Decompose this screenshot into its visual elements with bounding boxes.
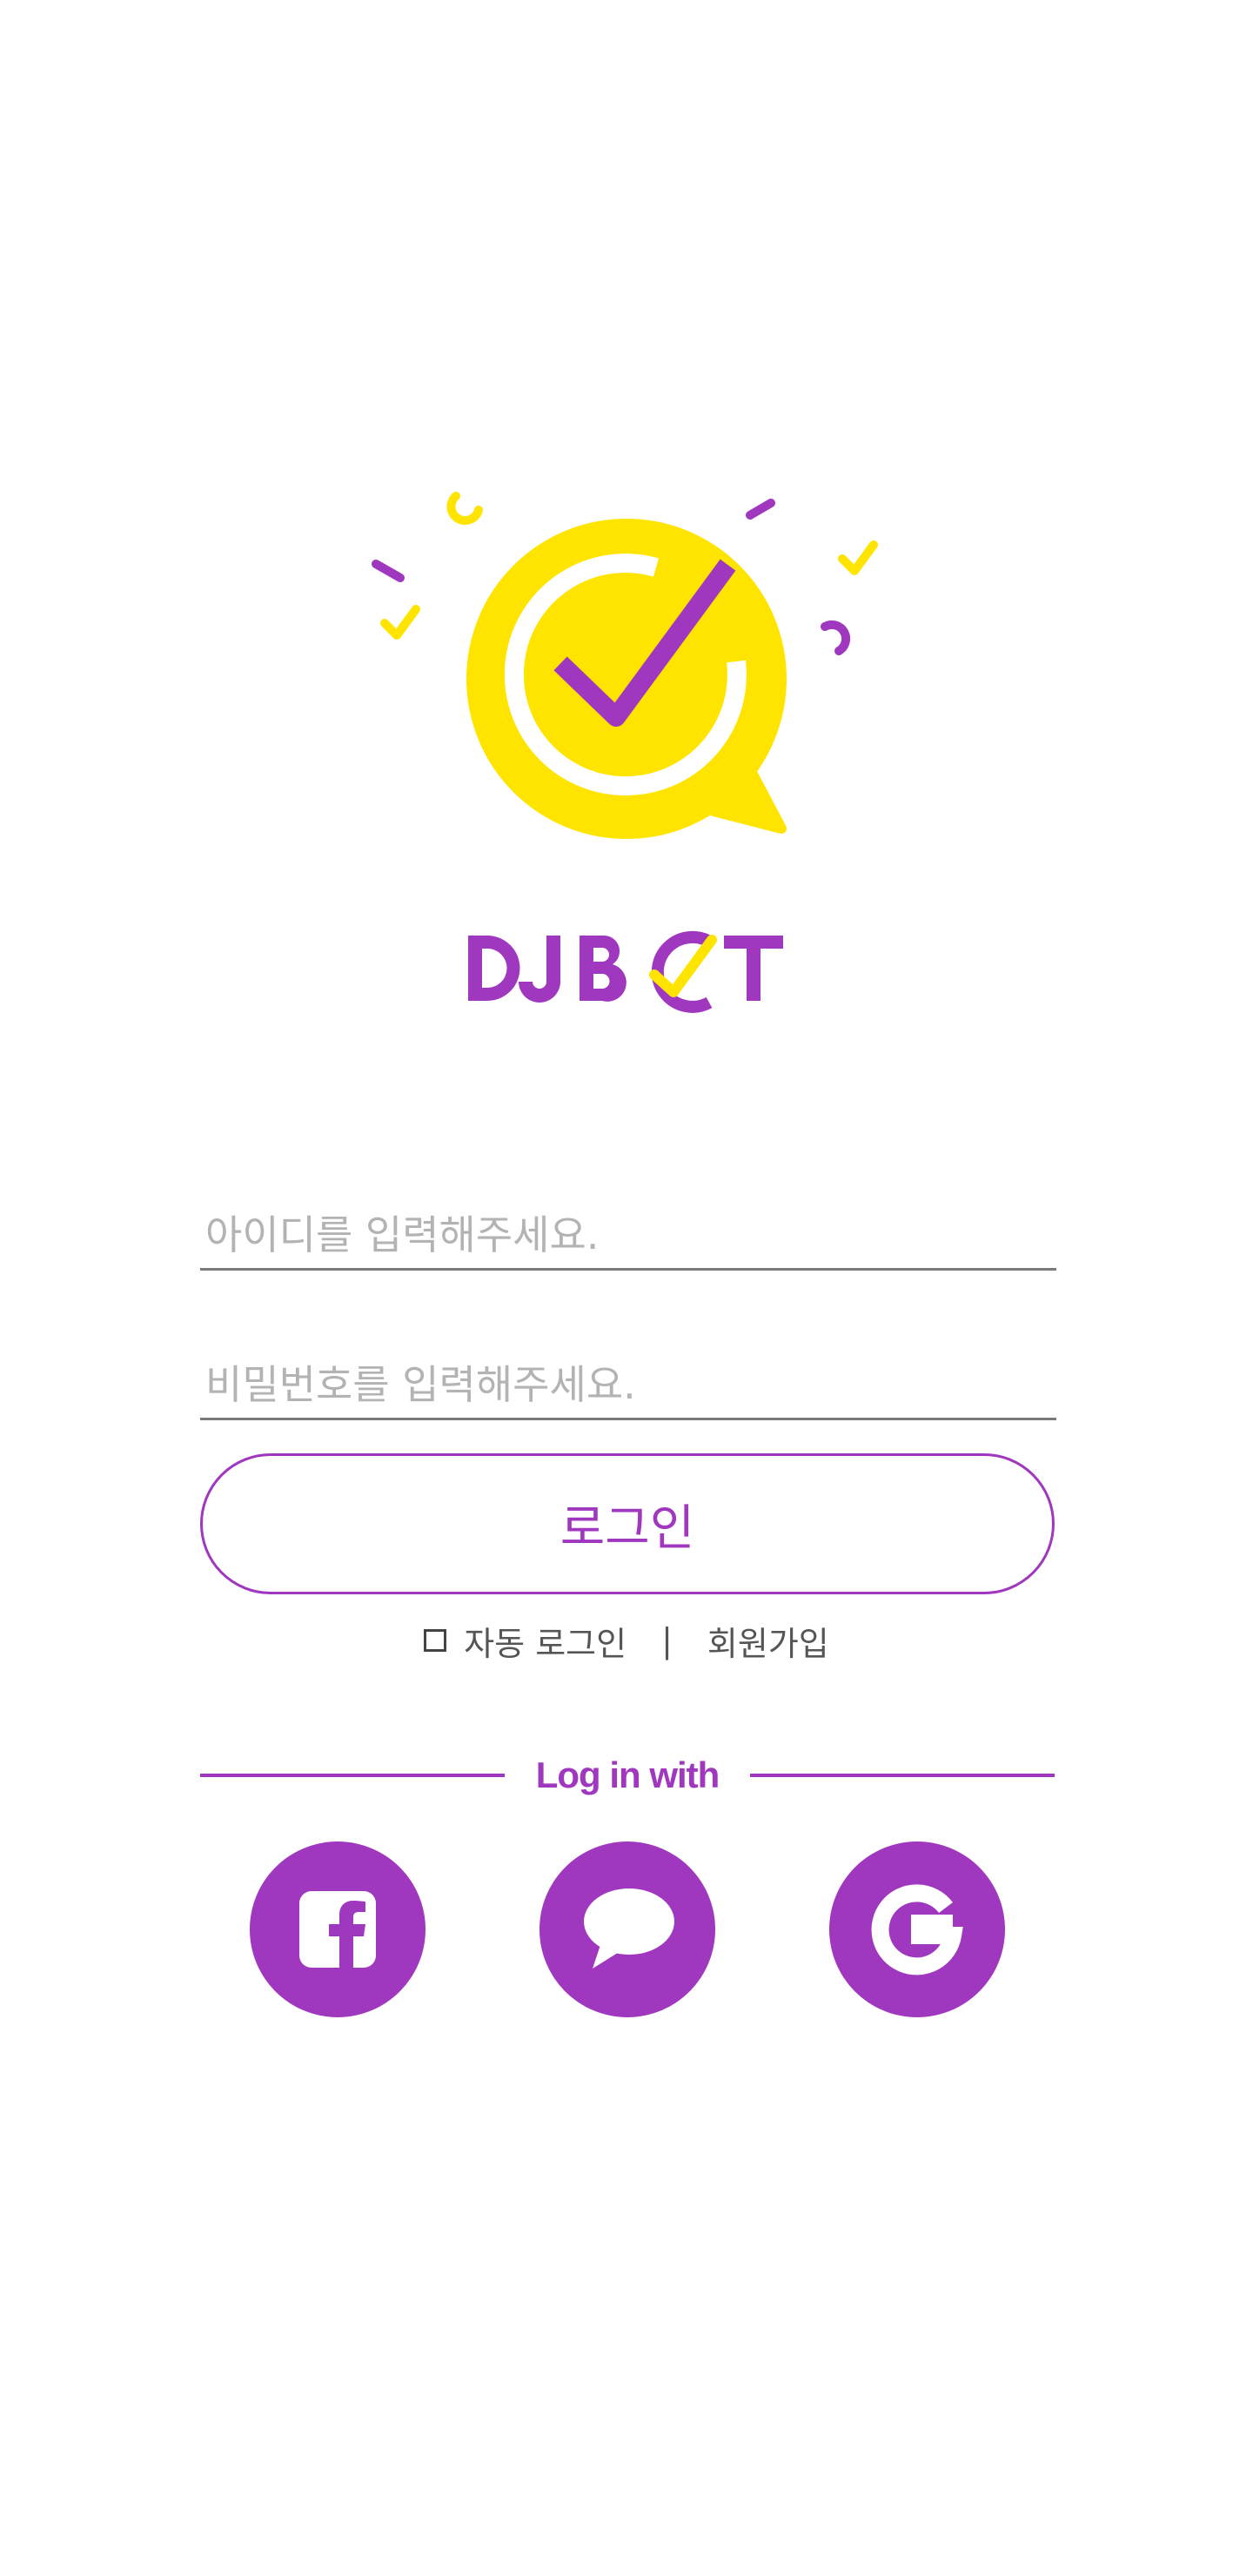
auto-login-label[interactable]: 자동 로그인	[464, 1617, 626, 1665]
djbot-wordmark	[468, 930, 783, 1013]
signup-link[interactable]: 회원가입	[707, 1617, 829, 1665]
login-options: 자동 로그인 | 회원가입	[0, 1614, 1253, 1667]
google-g-icon	[871, 1884, 963, 1976]
options-divider: |	[661, 1621, 673, 1660]
djbot-logo-icon	[372, 492, 878, 1013]
facebook-icon	[299, 1891, 376, 1968]
google-login-button[interactable]	[829, 1841, 1005, 2017]
kakao-login-button[interactable]	[539, 1841, 715, 2017]
password-input[interactable]	[200, 1351, 1056, 1420]
divider-line-left	[200, 1774, 505, 1777]
brand-logo	[0, 470, 1253, 1027]
id-input[interactable]	[200, 1201, 1056, 1271]
facebook-login-button[interactable]	[250, 1841, 425, 2017]
speech-bubble-icon	[584, 1888, 674, 1969]
auto-login-checkbox[interactable]	[424, 1629, 447, 1652]
social-login-heading: Log in with	[535, 1754, 720, 1795]
login-button[interactable]: 로그인	[200, 1453, 1055, 1594]
social-login-header: Log in with	[200, 1749, 1055, 1801]
divider-line-right	[750, 1774, 1055, 1777]
